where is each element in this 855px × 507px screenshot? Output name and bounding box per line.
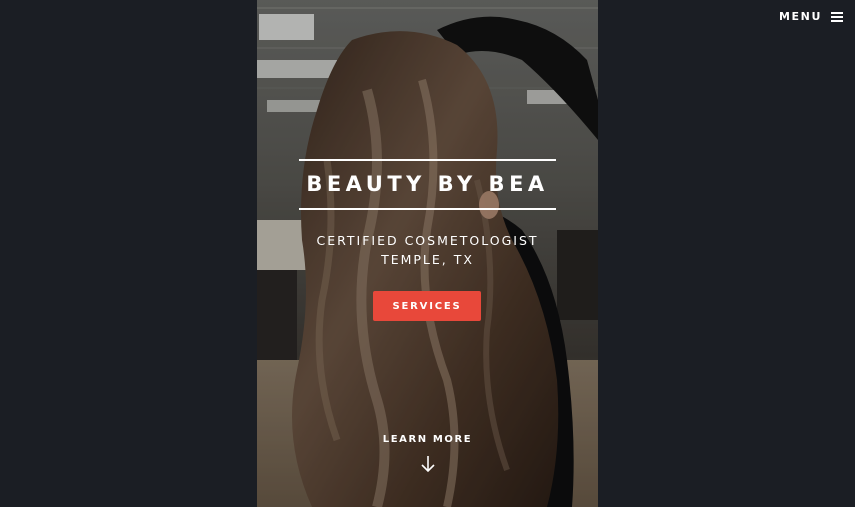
menu-button[interactable]: MENU [779,10,843,23]
services-button[interactable]: SERVICES [373,291,481,321]
learn-more-label: LEARN MORE [382,434,473,445]
learn-more-link[interactable]: LEARN MORE [257,433,598,473]
title-rule-top [299,159,556,161]
arrow-down-icon [420,456,435,473]
menu-label: MENU [779,10,822,23]
title-rule-bottom [299,208,556,210]
site-title: BEAUTY BY BEA [306,172,549,196]
tagline-location: TEMPLE, TX [381,252,474,267]
hamburger-icon [831,11,843,22]
tagline-profession: CERTIFIED COSMETOLOGIST [316,233,539,248]
page: MENU BEAUTY BY BEA CERTIFIED COSMETOLOGI… [0,0,855,507]
